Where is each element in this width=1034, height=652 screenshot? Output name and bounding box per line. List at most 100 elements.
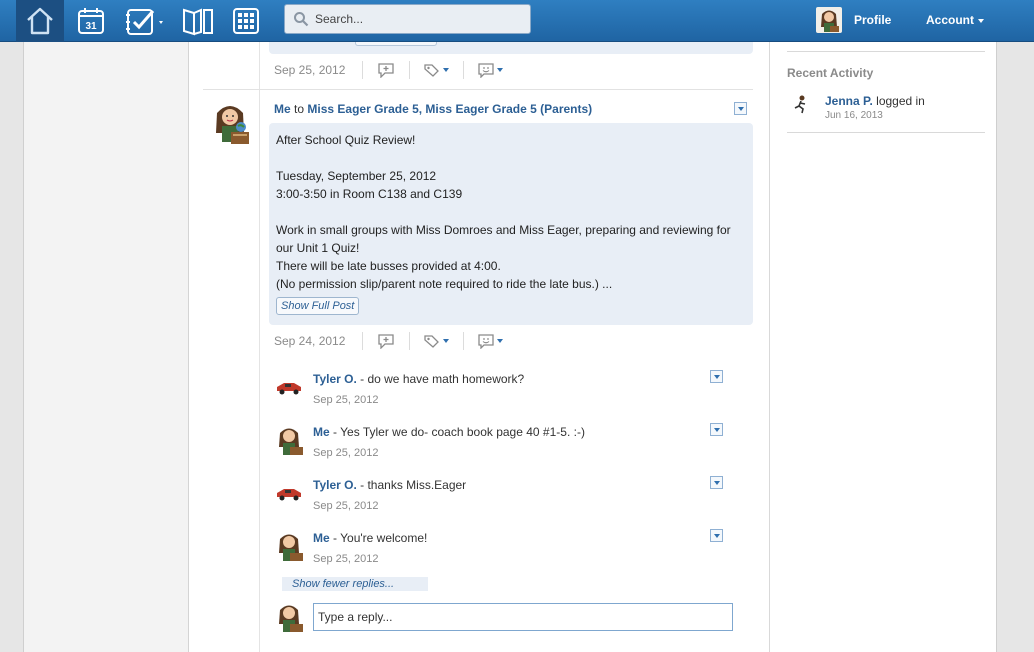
chevron-down-icon <box>497 339 503 343</box>
reply-message: - Yes Tyler we do- coach book page 40 #1… <box>329 425 585 439</box>
smiley-bubble-icon <box>478 62 494 78</box>
reply-item: Tyler O. - do we have math homework? Sep… <box>274 371 724 419</box>
teacher-avatar-icon <box>821 10 839 32</box>
library-button[interactable] <box>174 0 222 42</box>
apps-button[interactable] <box>222 0 270 42</box>
reply-author-link[interactable]: Me <box>313 425 330 439</box>
author-avatar[interactable] <box>209 101 251 145</box>
previous-post-meta: Sep 25, 2012 <box>274 59 517 81</box>
reply-button[interactable] <box>362 61 409 79</box>
post-line: There will be late busses provided at 4:… <box>276 259 501 273</box>
reply-button[interactable] <box>362 332 409 350</box>
grid-icon <box>233 8 259 34</box>
post-separator <box>203 89 753 90</box>
reply-author-link[interactable]: Me <box>313 531 330 545</box>
previous-show-full-button[interactable] <box>355 42 437 46</box>
smiley-bubble-icon <box>478 333 494 349</box>
chevron-down-icon <box>978 18 984 23</box>
account-menu[interactable]: Account <box>926 13 984 27</box>
reply-item: Tyler O. - thanks Miss.Eager Sep 25, 201… <box>274 477 724 525</box>
reply-bubble-icon <box>378 63 394 78</box>
post-line: Work in small groups with Miss Domroes a… <box>276 223 731 237</box>
teacher-avatar-icon <box>279 605 303 632</box>
recent-activity-title: Recent Activity <box>787 66 874 80</box>
checklist-icon <box>126 9 163 35</box>
post-body: After School Quiz Review! Tuesday, Septe… <box>269 123 753 325</box>
reply-text: Tyler O. - do we have math homework? <box>313 372 524 386</box>
search-input[interactable] <box>315 12 515 26</box>
teacher-avatar-icon <box>216 106 249 144</box>
reply-author-link[interactable]: Tyler O. <box>313 372 357 386</box>
reply-message: - You're welcome! <box>329 531 428 545</box>
teacher-avatar-icon <box>279 428 303 455</box>
post-options-button[interactable] <box>734 102 747 115</box>
post-to-label: to <box>294 102 305 116</box>
activity-action: logged in <box>872 94 925 108</box>
calendar-button[interactable]: 31 <box>67 0 115 42</box>
reply-options-button[interactable] <box>710 423 723 436</box>
post-line: After School Quiz Review! <box>276 133 416 147</box>
reply-options-button[interactable] <box>710 529 723 542</box>
teacher-avatar-icon <box>279 534 303 561</box>
tag-icon <box>424 335 439 348</box>
post-line: 3:00-3:50 in Room C138 and C139 <box>276 187 463 201</box>
calendar-icon: 31 <box>78 8 104 34</box>
activity-user-link[interactable]: Jenna P. <box>825 94 873 108</box>
profile-avatar[interactable] <box>816 7 842 33</box>
chevron-down-icon <box>713 480 720 485</box>
reply-date: Sep 25, 2012 <box>313 394 379 406</box>
reaction-button[interactable] <box>463 61 517 79</box>
reply-options-button[interactable] <box>710 370 723 383</box>
post-line-blank <box>276 203 746 221</box>
previous-post-body <box>269 42 753 54</box>
post-feed: Sep 25, 2012 Me to Miss Eager Grade 5, M… <box>189 42 770 652</box>
post-header: Me to Miss Eager Grade 5, Miss Eager Gra… <box>274 102 592 116</box>
reply-text: Me - Yes Tyler we do- coach book page 40… <box>313 425 585 439</box>
chevron-down-icon <box>737 106 744 111</box>
search-icon <box>294 12 309 27</box>
post-line-blank <box>276 149 746 167</box>
post-line: our Unit 1 Quiz! <box>276 241 360 255</box>
reply-input[interactable] <box>313 603 733 631</box>
top-navigation-bar: 31 Search... Profile Account <box>0 0 1034 42</box>
reply-date: Sep 25, 2012 <box>313 447 379 459</box>
home-icon <box>27 7 53 35</box>
tag-button[interactable] <box>409 332 463 350</box>
tag-icon <box>424 64 439 77</box>
reply-avatar[interactable] <box>274 424 304 456</box>
activity-text: Jenna P. logged in <box>825 94 925 108</box>
reply-avatar[interactable] <box>274 371 304 403</box>
show-full-post-button[interactable]: Show Full Post <box>276 297 360 315</box>
reaction-button[interactable] <box>463 332 517 350</box>
chevron-down-icon <box>443 68 449 72</box>
home-button[interactable] <box>16 0 64 42</box>
activity-date: Jun 16, 2013 <box>825 110 883 121</box>
post-date: Sep 24, 2012 <box>274 334 346 348</box>
reply-text: Tyler O. - thanks Miss.Eager <box>313 478 466 492</box>
reply-item: Me - You're welcome! Sep 25, 2012 <box>274 530 724 578</box>
post-author-link[interactable]: Me <box>274 102 291 116</box>
post-line: Tuesday, September 25, 2012 <box>276 169 437 183</box>
show-fewer-replies-link[interactable]: Show fewer replies... <box>282 577 428 591</box>
feed-divider <box>259 42 260 652</box>
post-line: (No permission slip/parent note required… <box>276 277 613 291</box>
search-box[interactable] <box>284 4 531 34</box>
right-sidebar: Recent Activity Jenna P. logged in Jun 1… <box>787 42 985 652</box>
sidebar-divider <box>787 132 985 133</box>
post-meta: Sep 24, 2012 <box>274 330 517 352</box>
left-sidebar <box>24 42 189 652</box>
reply-author-link[interactable]: Tyler O. <box>313 478 357 492</box>
reply-avatar[interactable] <box>274 530 304 562</box>
tag-button[interactable] <box>409 61 463 79</box>
post-recipients-link[interactable]: Miss Eager Grade 5, Miss Eager Grade 5 (… <box>307 102 592 116</box>
reply-avatar[interactable] <box>274 477 304 509</box>
activity-avatar[interactable] <box>791 94 811 114</box>
reply-options-button[interactable] <box>710 476 723 489</box>
chevron-down-icon <box>497 68 503 72</box>
profile-link[interactable]: Profile <box>854 13 891 27</box>
planner-button[interactable] <box>120 0 170 42</box>
account-label: Account <box>926 13 974 27</box>
reply-message: - thanks Miss.Eager <box>356 478 467 492</box>
reply-bubble-icon <box>378 334 394 349</box>
chevron-down-icon <box>443 339 449 343</box>
